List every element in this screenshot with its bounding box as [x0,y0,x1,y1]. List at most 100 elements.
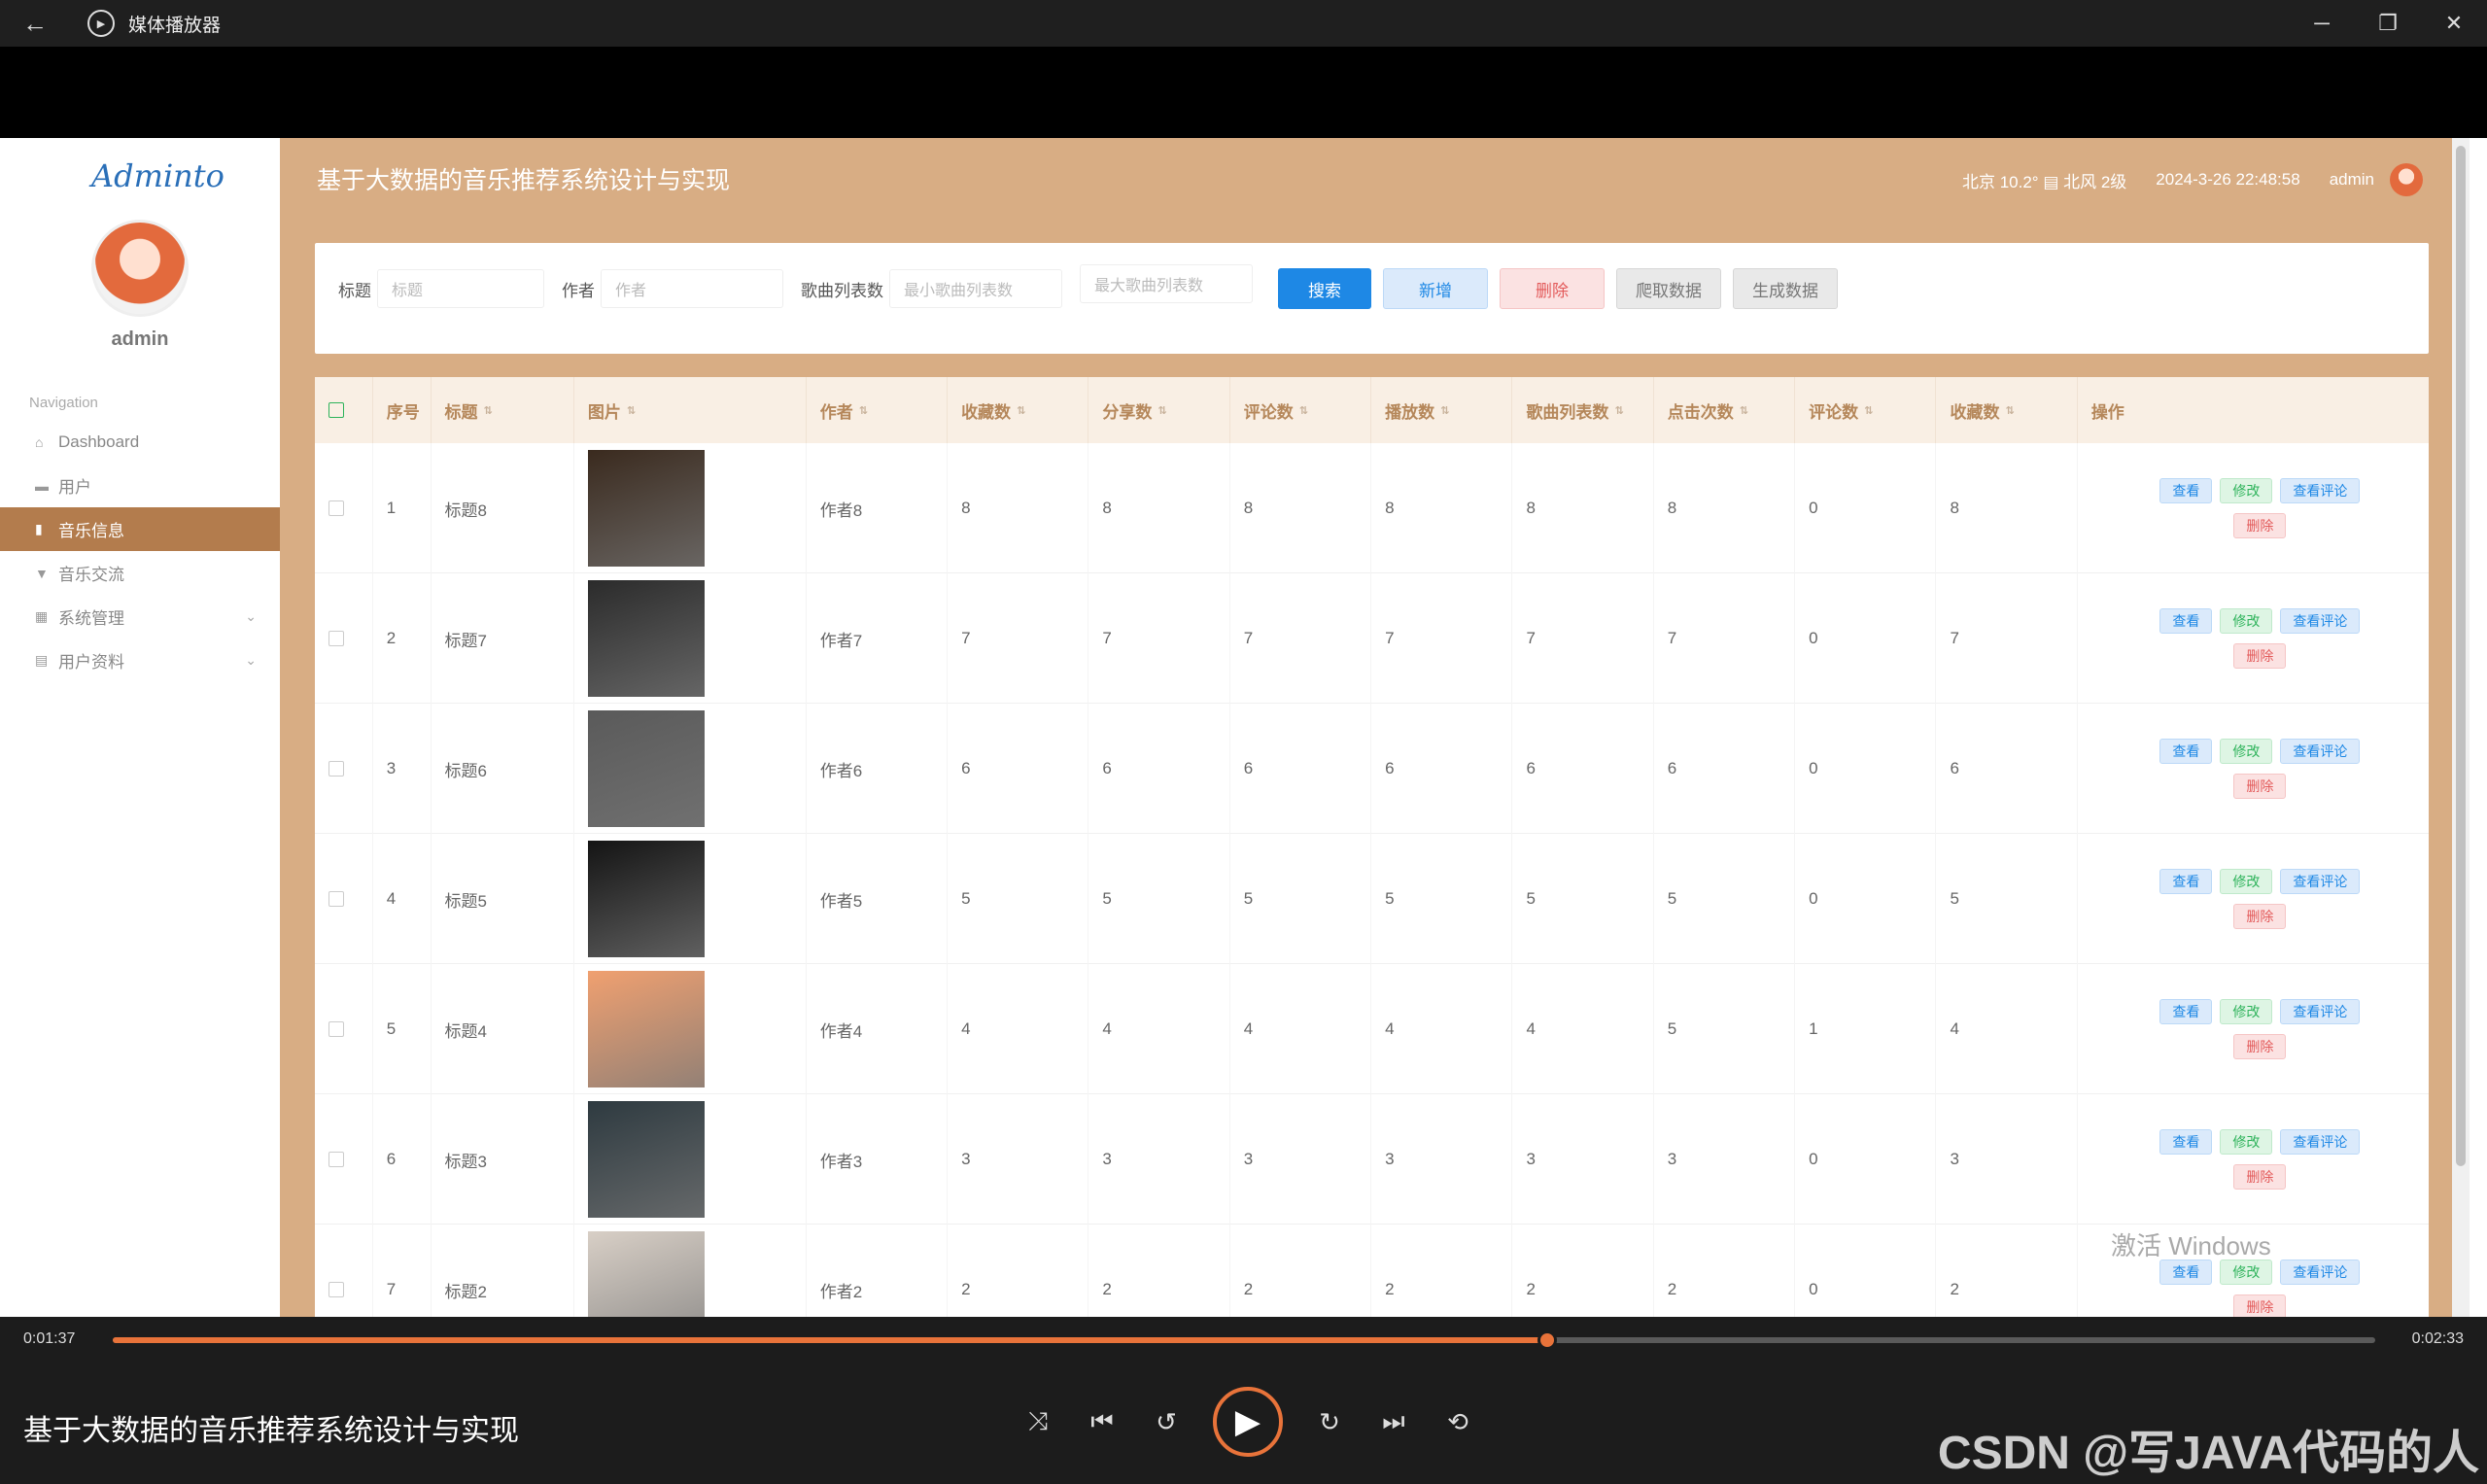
row-checkbox[interactable] [328,500,344,516]
col-author[interactable]: 作者 ⇅ [807,377,949,443]
play-button[interactable]: ▶ [1213,1387,1283,1457]
row-checkbox[interactable] [328,1282,344,1297]
col-favorites-2[interactable]: 收藏数 ⇅ [1936,377,2078,443]
sort-icon[interactable]: ⇅ [484,404,493,417]
title-input[interactable]: 标题 [377,269,544,308]
row-select-cell[interactable] [315,573,373,704]
album-cover-image[interactable] [587,971,705,1087]
page-scrollbar[interactable] [2452,138,2470,1317]
user-avatar[interactable] [91,220,189,317]
view-button[interactable]: 查看 [2159,739,2213,764]
edit-button[interactable]: 修改 [2220,1129,2273,1155]
view-button[interactable]: 查看 [2159,869,2213,894]
row-select-cell[interactable] [315,834,373,964]
row-select-cell[interactable] [315,1225,373,1317]
edit-button[interactable]: 修改 [2220,608,2273,634]
view-button[interactable]: 查看 [2159,1260,2213,1285]
row-delete-button[interactable]: 删除 [2233,513,2287,538]
view-comments-button[interactable]: 查看评论 [2280,739,2361,764]
shuffle-icon[interactable]: ⤨ [1020,1404,1055,1439]
header-avatar[interactable] [2390,163,2423,196]
header-username[interactable]: admin [2330,170,2374,190]
minimize-icon[interactable]: ─ [2289,0,2355,47]
col-image[interactable]: 图片 ⇅ [574,377,807,443]
row-checkbox[interactable] [328,631,344,646]
sidebar-item-system-management[interactable]: ▦ 系统管理 ⌄ [0,595,280,638]
max-playlist-input[interactable]: 最大歌曲列表数 [1080,264,1253,303]
row-select-cell[interactable] [315,704,373,834]
album-cover-image[interactable] [587,450,705,567]
sort-icon[interactable]: ⇅ [1299,404,1308,417]
row-checkbox[interactable] [328,1021,344,1037]
row-delete-button[interactable]: 删除 [2233,1034,2287,1059]
forward-30-icon[interactable]: ↻ [1312,1404,1347,1439]
edit-button[interactable]: 修改 [2220,999,2273,1024]
sort-icon[interactable]: ⇅ [1740,404,1748,417]
select-all-checkbox[interactable] [328,402,344,418]
sort-icon[interactable]: ⇅ [1157,404,1166,417]
row-select-cell[interactable] [315,1094,373,1225]
sort-icon[interactable]: ⇅ [2005,404,2014,417]
row-delete-button[interactable]: 删除 [2233,904,2287,929]
album-cover-image[interactable] [587,1231,705,1317]
col-shares[interactable]: 分享数 ⇅ [1088,377,1230,443]
album-cover-image[interactable] [587,580,705,697]
video-frame[interactable]: Adminto admin Navigation ⌂ Dashboard ▬ 用… [0,138,2487,1317]
sort-icon[interactable]: ⇅ [1440,404,1449,417]
sort-icon[interactable]: ⇅ [627,404,636,417]
row-delete-button[interactable]: 删除 [2233,643,2287,669]
previous-icon[interactable]: ⏮ [1085,1404,1120,1439]
sort-icon[interactable]: ⇅ [1017,404,1025,417]
col-title[interactable]: 标题 ⇅ [432,377,574,443]
view-button[interactable]: 查看 [2159,999,2213,1024]
sort-icon[interactable]: ⇅ [1614,404,1623,417]
view-comments-button[interactable]: 查看评论 [2280,608,2361,634]
rewind-10-icon[interactable]: ↺ [1149,1404,1184,1439]
col-favorites[interactable]: 收藏数 ⇅ [948,377,1089,443]
view-comments-button[interactable]: 查看评论 [2280,999,2361,1024]
add-button[interactable]: 新增 [1383,268,1488,309]
min-playlist-input[interactable]: 最小歌曲列表数 [889,269,1062,308]
generate-data-button[interactable]: 生成数据 [1733,268,1838,309]
restore-icon[interactable]: ❐ [2355,0,2421,47]
sidebar-item-dashboard[interactable]: ⌂ Dashboard [0,420,280,464]
sidebar-item-music-exchange[interactable]: ▼ 音乐交流 [0,551,280,595]
repeat-icon[interactable]: ⟲ [1440,1404,1475,1439]
edit-button[interactable]: 修改 [2220,478,2273,503]
seek-bar[interactable] [113,1330,2375,1350]
back-arrow-icon[interactable]: ← [12,0,58,47]
col-clicks[interactable]: 点击次数 ⇅ [1654,377,1796,443]
adminto-logo[interactable]: Adminto [91,157,225,194]
row-checkbox[interactable] [328,761,344,777]
col-plays[interactable]: 播放数 ⇅ [1371,377,1513,443]
author-input[interactable]: 作者 [601,269,783,308]
close-icon[interactable]: ✕ [2421,0,2487,47]
view-button[interactable]: 查看 [2159,478,2213,503]
sort-icon[interactable]: ⇅ [1864,404,1873,417]
scrollbar-thumb[interactable] [2456,146,2466,1166]
view-comments-button[interactable]: 查看评论 [2280,478,2361,503]
row-delete-button[interactable]: 删除 [2233,774,2287,799]
edit-button[interactable]: 修改 [2220,739,2273,764]
edit-button[interactable]: 修改 [2220,1260,2273,1285]
album-cover-image[interactable] [587,1101,705,1218]
next-icon[interactable]: ⏭ [1376,1404,1411,1439]
view-button[interactable]: 查看 [2159,608,2213,634]
view-comments-button[interactable]: 查看评论 [2280,1129,2361,1155]
row-delete-button[interactable]: 删除 [2233,1294,2287,1317]
sidebar-item-music-info[interactable]: ▮ 音乐信息 [0,507,280,551]
album-cover-image[interactable] [587,841,705,957]
row-select-cell[interactable] [315,964,373,1094]
search-button[interactable]: 搜索 [1278,268,1371,309]
row-checkbox[interactable] [328,891,344,907]
edit-button[interactable]: 修改 [2220,869,2273,894]
seek-handle[interactable] [1537,1330,1557,1350]
album-cover-image[interactable] [587,710,705,827]
select-all-cell[interactable] [315,377,373,443]
delete-button[interactable]: 删除 [1500,268,1605,309]
crawl-data-button[interactable]: 爬取数据 [1616,268,1721,309]
sidebar-item-user-profile[interactable]: ▤ 用户资料 ⌄ [0,638,280,682]
col-comments[interactable]: 评论数 ⇅ [1230,377,1372,443]
sort-icon[interactable]: ⇅ [859,404,868,417]
col-playlist-count[interactable]: 歌曲列表数 ⇅ [1512,377,1654,443]
